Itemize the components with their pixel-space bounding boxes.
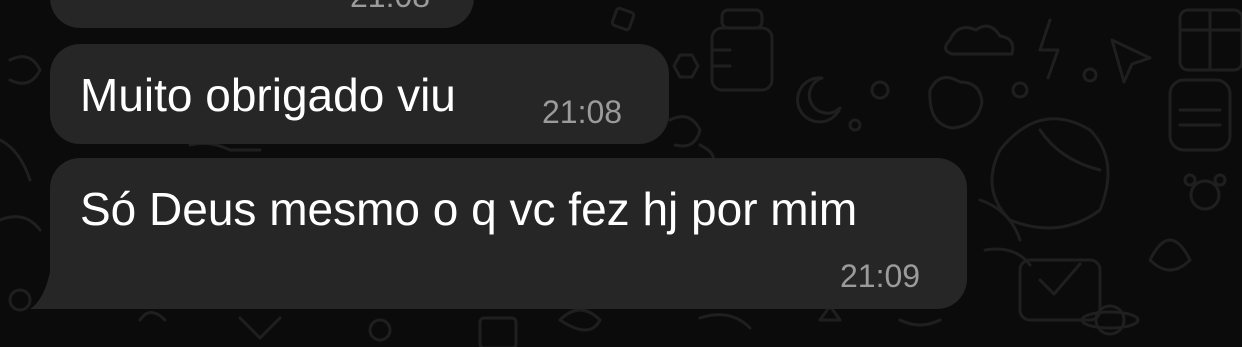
message-text: Só Deus mesmo o q vc fez hj por mim [80,183,858,235]
message-timestamp: 21:09 [840,258,921,294]
message-text: Muito obrigado viu [80,69,456,121]
message-bubble[interactable]: Muito obrigado viu 21:08 [50,44,669,144]
message-timestamp: 21:08 [350,0,430,12]
message-timestamp: 21:08 [542,94,623,130]
message-bubble[interactable]: Só Deus mesmo o q vc fez hj por mim 21:0… [50,158,967,309]
message-bubble-previous[interactable]: 21:08 [50,0,474,28]
